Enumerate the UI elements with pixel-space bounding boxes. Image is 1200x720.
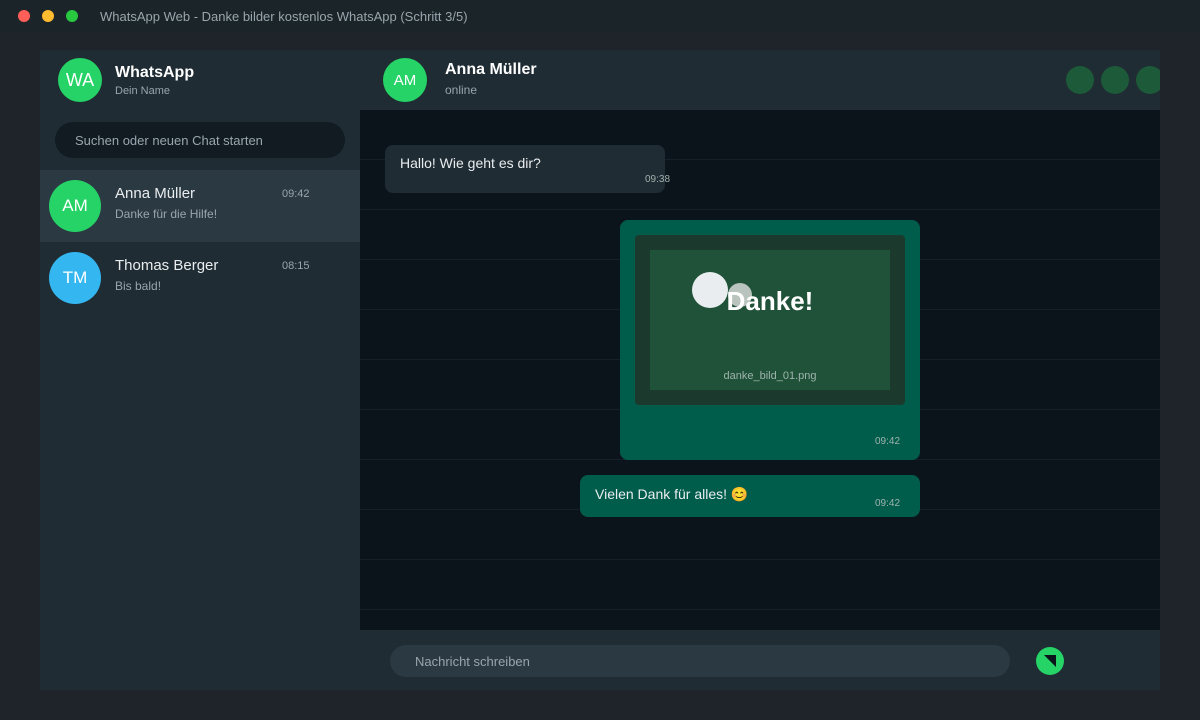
image-attachment[interactable]: Danke! danke_bild_01.png bbox=[635, 235, 905, 405]
chat-preview: Danke für die Hilfe! bbox=[115, 207, 218, 221]
chat-list-item-anna[interactable]: AM Anna Müller 09:42 Danke für die Hilfe… bbox=[40, 170, 360, 242]
message-text: Vielen Dank für alles! 😊 bbox=[595, 486, 749, 502]
minimize-window-button[interactable] bbox=[42, 10, 54, 22]
avatar: AM bbox=[49, 180, 101, 232]
message-list[interactable]: Hallo! Wie geht es dir? 09:38 Danke! dan… bbox=[360, 110, 1160, 630]
chat-name: Thomas Berger bbox=[115, 257, 219, 274]
message-composer bbox=[360, 630, 1160, 690]
message-time: 09:38 bbox=[645, 174, 671, 185]
message-text: Hallo! Wie geht es dir? bbox=[400, 155, 541, 171]
chat-time: 08:15 bbox=[282, 260, 310, 272]
close-window-button[interactable] bbox=[18, 10, 30, 22]
whatsapp-app: WA WhatsApp Dein Name AM Anna Müller 09:… bbox=[40, 50, 1160, 690]
image-message-bubble[interactable]: Danke! danke_bild_01.png 09:42 bbox=[620, 220, 920, 460]
profile-subtitle: Dein Name bbox=[115, 85, 171, 97]
chat-name: Anna Müller bbox=[115, 185, 196, 202]
window-title: WhatsApp Web - Danke bilder kostenlos Wh… bbox=[100, 9, 468, 24]
contact-avatar[interactable]: AM bbox=[383, 58, 427, 102]
send-button[interactable] bbox=[1036, 647, 1064, 675]
chat-preview: Bis bald! bbox=[115, 279, 162, 293]
video-call-icon[interactable] bbox=[1066, 66, 1094, 94]
search-input[interactable] bbox=[55, 122, 345, 158]
image-preview: Danke! danke_bild_01.png bbox=[650, 250, 890, 390]
message-bubble-outgoing[interactable]: Vielen Dank für alles! 😊 09:42 bbox=[580, 475, 920, 517]
message-input[interactable] bbox=[390, 645, 1010, 677]
app-name: WhatsApp bbox=[115, 64, 195, 81]
chat-panel: AM Anna Müller online Hallo! Wie geht es… bbox=[360, 50, 1160, 690]
avatar: TM bbox=[49, 252, 101, 304]
message-bubble-incoming[interactable]: Hallo! Wie geht es dir? 09:38 bbox=[385, 145, 670, 193]
contact-status: online bbox=[445, 83, 478, 97]
profile-avatar[interactable]: WA bbox=[58, 58, 102, 102]
send-icon bbox=[1044, 655, 1056, 667]
image-filename: danke_bild_01.png bbox=[723, 370, 817, 382]
voice-call-icon[interactable] bbox=[1101, 66, 1129, 94]
menu-icon[interactable] bbox=[1136, 66, 1160, 94]
chat-list-item-thomas[interactable]: TM Thomas Berger 08:15 Bis bald! bbox=[40, 242, 360, 314]
contact-name[interactable]: Anna Müller bbox=[445, 61, 537, 79]
message-time: 09:42 bbox=[875, 498, 901, 509]
window-titlebar: WhatsApp Web - Danke bilder kostenlos Wh… bbox=[0, 0, 1200, 32]
message-time: 09:42 bbox=[875, 436, 901, 447]
image-caption-text: Danke! bbox=[726, 286, 814, 316]
maximize-window-button[interactable] bbox=[66, 10, 78, 22]
chat-header: AM Anna Müller online bbox=[360, 50, 1160, 110]
chat-time: 09:42 bbox=[282, 188, 310, 200]
sidebar: WA WhatsApp Dein Name AM Anna Müller 09:… bbox=[40, 50, 360, 690]
